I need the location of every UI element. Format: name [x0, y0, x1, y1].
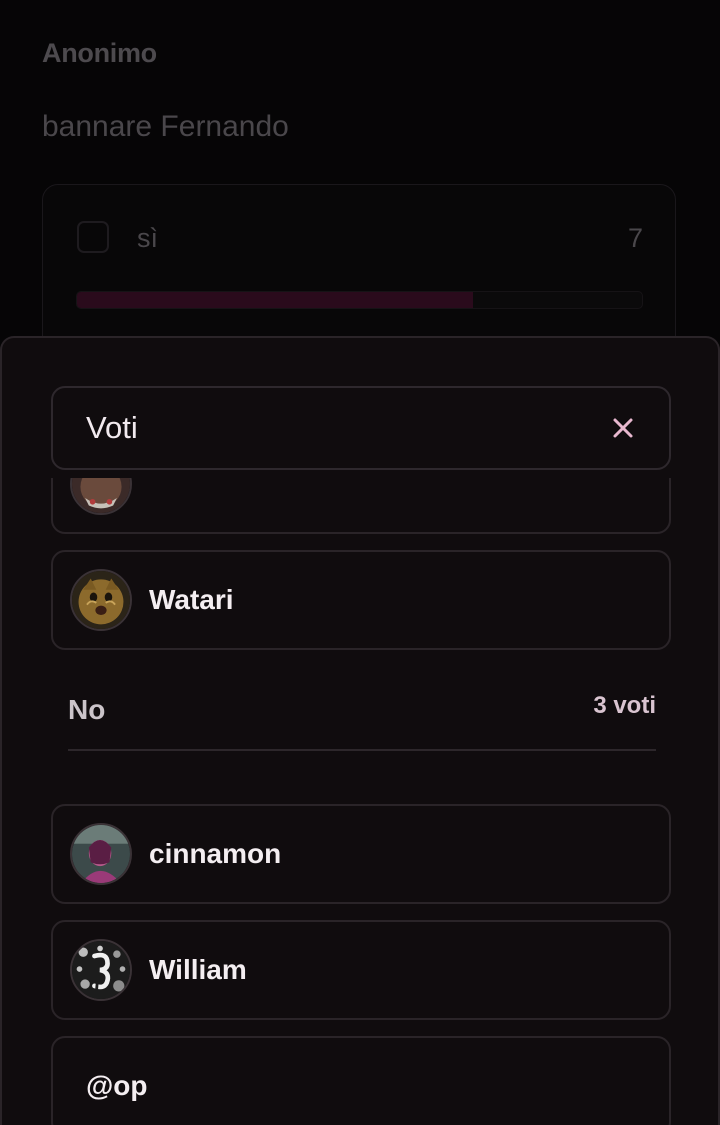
section-title: No	[68, 694, 106, 725]
option-checkbox[interactable]	[77, 221, 109, 253]
cat-avatar	[70, 569, 132, 631]
votes-bottom-sheet: Voti Watari No 3 voti cinnamon William @…	[0, 336, 720, 1125]
voter-name: cinnamon	[149, 838, 282, 869]
sheet-title: Voti	[86, 410, 138, 445]
portrait-avatar	[70, 823, 132, 885]
poll-screen: Anonimo bannare Fernando sì 7 Voti Watar…	[0, 0, 720, 1125]
voter-name: William	[149, 954, 247, 985]
option-label: sì	[137, 223, 159, 253]
voter-card-william[interactable]: William	[51, 920, 671, 1020]
voter-name: @op	[86, 1070, 148, 1101]
voter-card[interactable]	[51, 478, 671, 534]
poll-question: bannare Fernando	[42, 110, 289, 143]
section-vote-count: 3 voti	[593, 692, 656, 719]
voter-card-op[interactable]: @op	[51, 1036, 671, 1125]
poll-author: Anonimo	[42, 38, 157, 68]
option-progress-fill	[77, 292, 473, 308]
avatar-partial	[70, 478, 132, 515]
close-button[interactable]	[605, 410, 641, 446]
sheet-header: Voti	[51, 386, 671, 470]
voter-name: Watari	[149, 584, 234, 615]
voters-list[interactable]: Watari No 3 voti cinnamon William @op	[2, 478, 718, 1125]
voter-card-watari[interactable]: Watari	[51, 550, 671, 650]
option-vote-count: 7	[627, 223, 643, 253]
close-icon	[613, 418, 633, 438]
section-header-no: No 3 voti	[68, 670, 656, 751]
section-divider	[68, 749, 656, 751]
option-progress-bar	[76, 291, 643, 309]
abstract-avatar	[70, 939, 132, 1001]
voter-card-cinnamon[interactable]: cinnamon	[51, 804, 671, 904]
